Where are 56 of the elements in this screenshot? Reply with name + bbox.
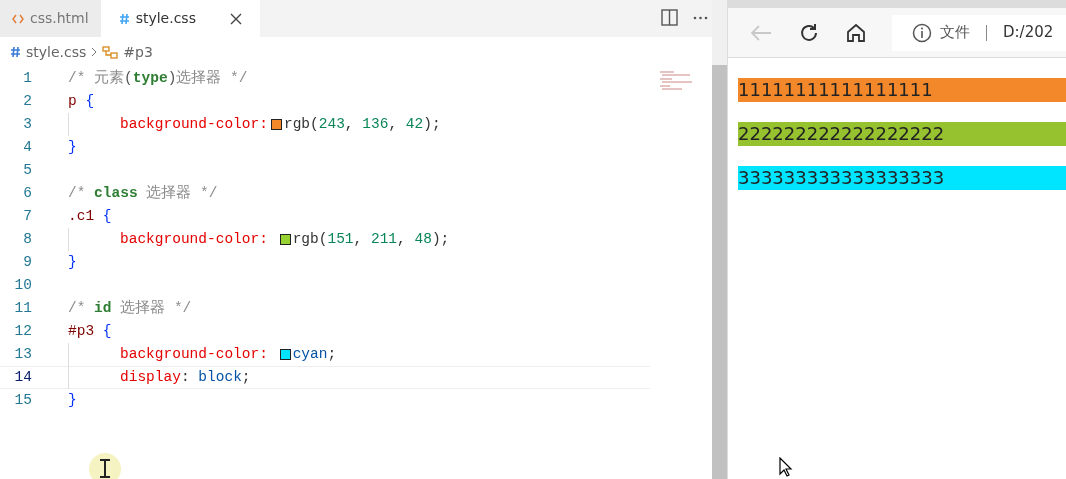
paragraph-text: 333333333333333333	[738, 166, 1066, 190]
line-number: 11	[13, 298, 33, 318]
hash-icon	[10, 46, 21, 58]
color-swatch[interactable]	[279, 234, 291, 245]
line-number: 3	[22, 114, 33, 134]
line-number: 14	[13, 367, 33, 387]
separator	[986, 24, 987, 41]
line-number: 12	[13, 321, 33, 341]
line-number: 5	[22, 160, 33, 180]
line-number: 7	[22, 206, 33, 226]
code-line: /* class 选择器 */	[68, 183, 218, 203]
editor-tab[interactable]: css.html	[0, 0, 101, 37]
split-editor-icon[interactable]	[661, 9, 678, 26]
code-line: }	[68, 252, 77, 272]
line-number: 2	[22, 91, 33, 111]
code-brackets-icon	[12, 13, 24, 24]
line-number: 13	[13, 344, 33, 364]
code-line: background-color: rgb(151, 211, 48);	[68, 228, 450, 251]
paragraph-text: 222222222222222222	[738, 122, 1066, 146]
code-line: background-color: cyan;	[68, 343, 337, 366]
hash-icon	[118, 12, 130, 25]
line-number: 10	[13, 275, 33, 295]
code-line: p {	[68, 91, 95, 111]
code-line: #p3 {	[68, 321, 112, 341]
refresh-icon[interactable]	[798, 21, 820, 44]
code-line: /* id 选择器 */	[68, 298, 192, 318]
info-icon	[912, 22, 932, 43]
paragraph-text: 11111111111111111	[738, 78, 1066, 102]
chevron-icon	[91, 47, 98, 57]
code-line: .c1 {	[68, 206, 112, 226]
code-line: }	[68, 390, 77, 410]
address-bar[interactable]: 文件 D:/202	[892, 14, 1066, 51]
line-number: 6	[22, 183, 33, 203]
line-number: 4	[22, 137, 33, 157]
line-number: 1	[22, 68, 33, 88]
text-cursor-icon	[88, 452, 122, 479]
symbol-icon	[102, 45, 119, 59]
editor-tab[interactable]: style.css	[100, 0, 260, 37]
code-line: background-color: rgb(243, 136, 42);	[68, 113, 441, 136]
code-line: }	[68, 137, 77, 157]
line-number: 15	[13, 390, 33, 410]
more-icon[interactable]	[693, 16, 708, 20]
breadcrumb-item[interactable]: style.css	[26, 41, 87, 63]
mouse-pointer-icon	[779, 457, 793, 477]
close-icon[interactable]	[229, 12, 242, 25]
home-icon[interactable]	[846, 22, 866, 43]
url-text: D:/202	[1003, 22, 1054, 44]
color-swatch[interactable]	[279, 349, 291, 360]
line-number: 9	[22, 252, 33, 272]
color-swatch[interactable]	[270, 119, 282, 130]
breadcrumb-item[interactable]: #p3	[123, 41, 153, 63]
code-line: display: block;	[68, 366, 251, 389]
code-line: /* 元素(type)选择器 */	[68, 68, 248, 88]
line-number: 8	[22, 229, 33, 249]
scheme-label: 文件	[940, 22, 970, 44]
scrollbar-thumb[interactable]	[712, 65, 727, 479]
